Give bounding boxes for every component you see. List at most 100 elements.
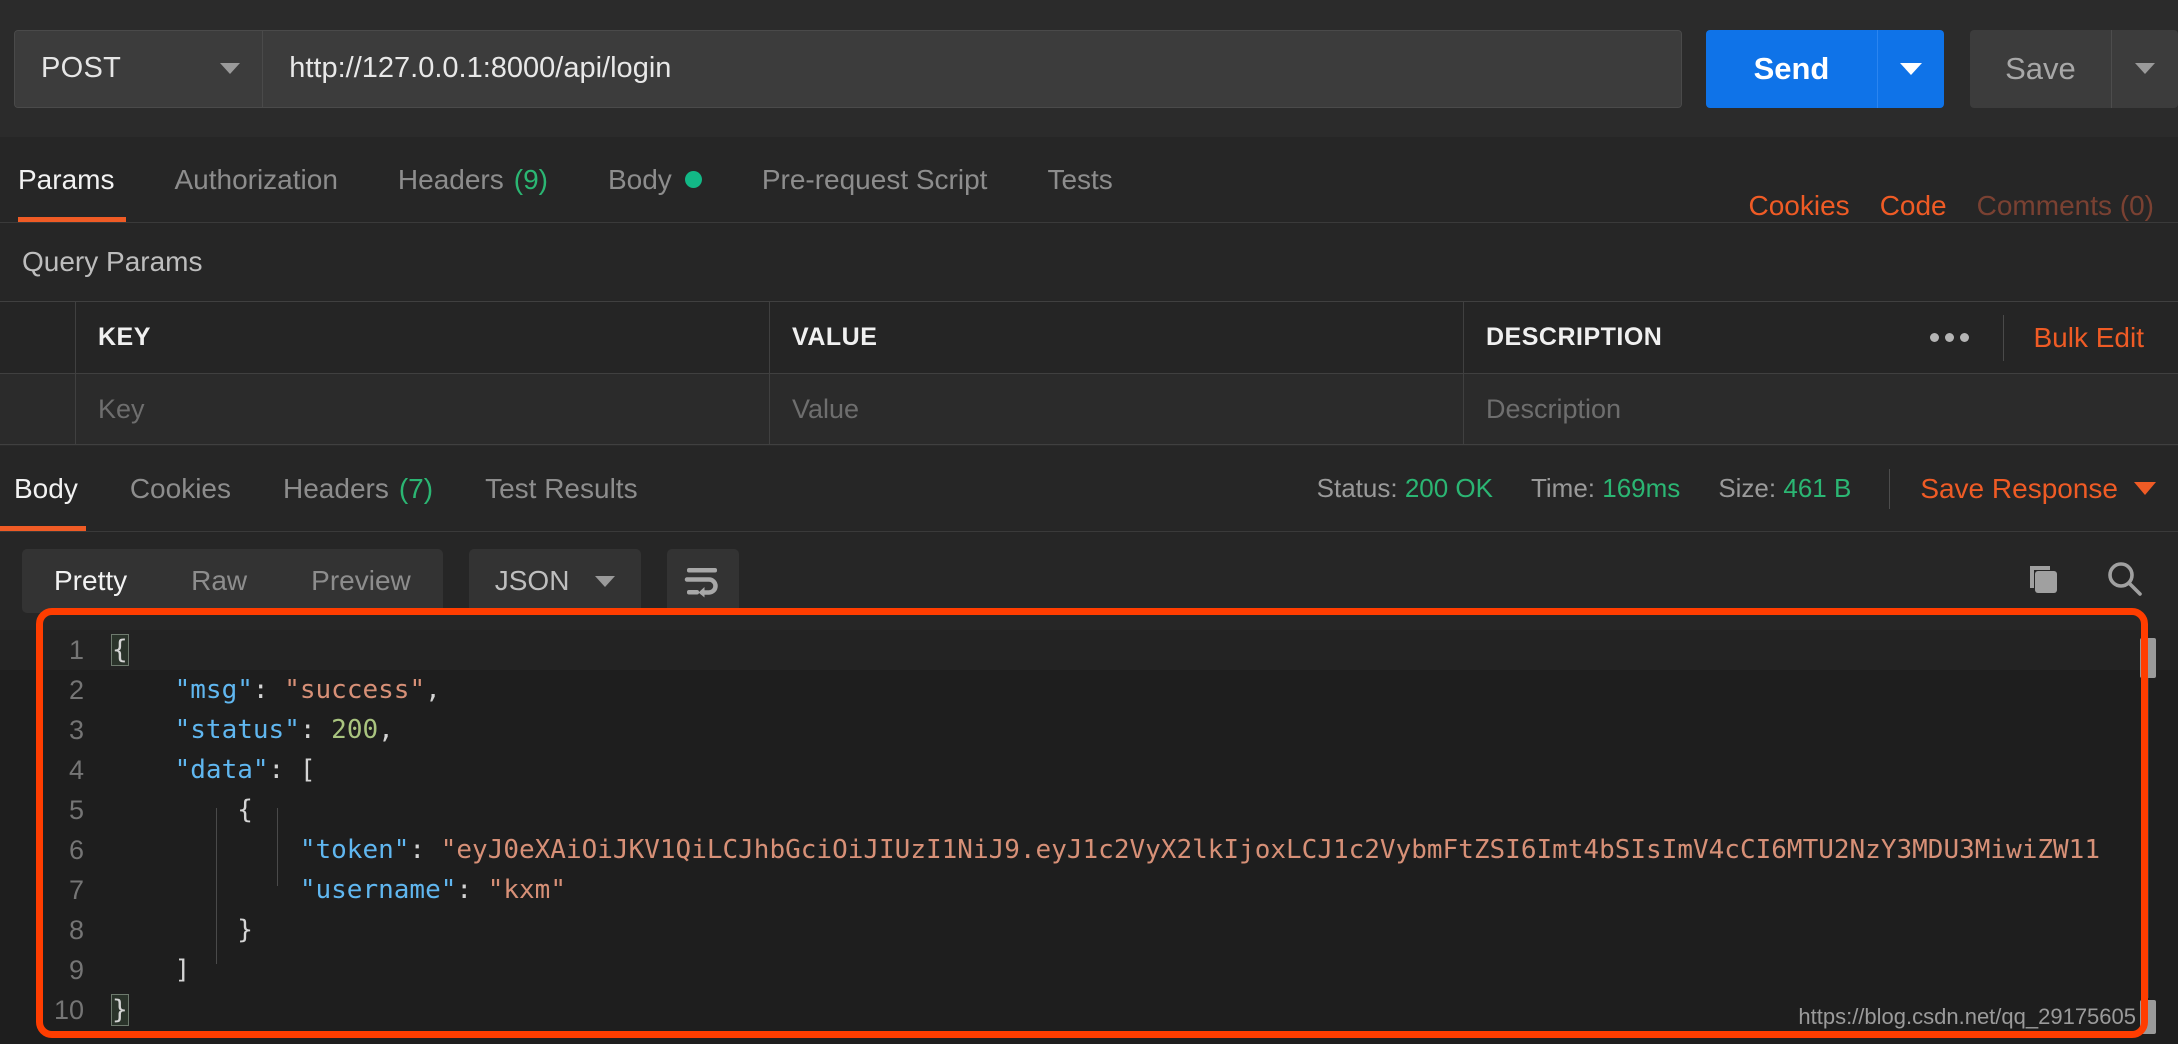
- code-token: "kxm": [488, 875, 566, 905]
- watermark: https://blog.csdn.net/qq_29175605: [1798, 1004, 2136, 1030]
- save-response-button[interactable]: Save Response: [1920, 473, 2156, 505]
- tab-authorization[interactable]: Authorization: [144, 137, 367, 222]
- query-params-header: Query Params: [0, 223, 2178, 301]
- scrollbar-thumb[interactable]: [2140, 638, 2156, 678]
- response-body-toolbar: Pretty Raw Preview JSON: [0, 532, 2178, 630]
- code-token: [112, 755, 175, 785]
- wrap-text-button[interactable]: [667, 549, 739, 613]
- code-token: [112, 875, 300, 905]
- scrollbar-track: [2148, 678, 2149, 998]
- code-line-content: "token": "eyJ0eXAiOiJKV1QiLCJhbGciOiJIUz…: [112, 830, 2100, 870]
- query-params-title: Query Params: [22, 246, 203, 278]
- code-token: :: [300, 715, 331, 745]
- response-tab-cookies[interactable]: Cookies: [104, 446, 257, 531]
- code-line: 4 "data": [: [0, 750, 2178, 790]
- response-tab-headers[interactable]: Headers (7): [257, 446, 459, 531]
- param-description-input[interactable]: Description: [1464, 374, 2178, 444]
- body-modified-dot-icon: [685, 171, 702, 188]
- code-line-content: }: [112, 990, 128, 1030]
- column-header-description-label: DESCRIPTION: [1486, 323, 1662, 352]
- vertical-scrollbar[interactable]: [2140, 630, 2156, 1044]
- send-button[interactable]: Send: [1706, 30, 1877, 108]
- format-select[interactable]: JSON: [469, 549, 642, 613]
- param-key-input[interactable]: Key: [76, 374, 770, 444]
- tab-params-label: Params: [18, 164, 114, 196]
- code-token: :: [269, 755, 300, 785]
- line-number: 9: [0, 950, 112, 990]
- table-row: Key Value Description: [0, 373, 2178, 445]
- code-line-content: "status": 200,: [112, 710, 394, 750]
- code-token: ,: [425, 675, 441, 705]
- request-url-input[interactable]: http://127.0.0.1:8000/api/login: [263, 31, 1681, 107]
- code-line: 1{: [0, 630, 2178, 670]
- chevron-down-icon: [2135, 63, 2155, 74]
- indent-guide: [216, 808, 217, 964]
- column-header-key: KEY: [76, 302, 770, 373]
- code-token: [112, 715, 175, 745]
- column-header-value-label: VALUE: [792, 323, 877, 352]
- cookies-link[interactable]: Cookies: [1749, 190, 1850, 222]
- code-token: [112, 835, 300, 865]
- response-tab-body[interactable]: Body: [0, 446, 104, 531]
- code-token: "status": [175, 715, 300, 745]
- view-mode-raw[interactable]: Raw: [159, 549, 279, 613]
- code-line-content: }: [112, 910, 253, 950]
- response-tab-headers-label: Headers: [283, 473, 389, 505]
- tab-headers-count: (9): [514, 164, 548, 196]
- code-token: 200: [331, 715, 378, 745]
- header-checkbox-cell: [0, 302, 76, 373]
- copy-button[interactable]: [2022, 558, 2064, 605]
- save-options-button[interactable]: [2111, 30, 2178, 108]
- tab-pre-request-script[interactable]: Pre-request Script: [732, 137, 1018, 222]
- code-line: 3 "status": 200,: [0, 710, 2178, 750]
- param-description-placeholder: Description: [1486, 394, 1621, 425]
- chevron-down-icon: [220, 63, 240, 74]
- wrap-text-icon: [684, 564, 722, 598]
- save-button[interactable]: Save: [1970, 30, 2111, 108]
- code-token: :: [253, 675, 284, 705]
- send-options-button[interactable]: [1877, 30, 1944, 108]
- tab-body-label: Body: [608, 164, 672, 196]
- response-body-viewer[interactable]: 1{2 "msg": "success",3 "status": 200,4 "…: [0, 630, 2178, 1044]
- size-badge: Size: 461 B: [1718, 473, 1851, 504]
- comments-link[interactable]: Comments (0): [1977, 190, 2154, 222]
- meta-divider: [1889, 469, 1890, 509]
- bulk-edit-button[interactable]: Bulk Edit: [2004, 322, 2159, 354]
- line-number: 3: [0, 710, 112, 750]
- status-value: 200 OK: [1405, 473, 1493, 503]
- code-token: {: [112, 635, 128, 665]
- search-button[interactable]: [2102, 557, 2146, 606]
- code-token: [112, 915, 237, 945]
- line-number: 7: [0, 870, 112, 910]
- time-label: Time:: [1531, 473, 1595, 503]
- indent-guide: [277, 808, 278, 886]
- size-value: 461 B: [1783, 473, 1851, 503]
- code-line: 7 "username": "kxm": [0, 870, 2178, 910]
- line-number: 6: [0, 830, 112, 870]
- json-code-area[interactable]: 1{2 "msg": "success",3 "status": 200,4 "…: [0, 630, 2178, 1044]
- chevron-down-icon: [2134, 482, 2156, 495]
- code-token: }: [237, 915, 253, 945]
- table-header-actions: Bulk Edit: [1896, 302, 2178, 373]
- code-link[interactable]: Code: [1880, 190, 1947, 222]
- response-tab-test-results[interactable]: Test Results: [459, 446, 664, 531]
- tab-tests[interactable]: Tests: [1017, 137, 1142, 222]
- tab-headers[interactable]: Headers (9): [368, 137, 578, 222]
- column-header-description: DESCRIPTION Bulk Edit: [1464, 302, 2178, 373]
- tab-body[interactable]: Body: [578, 137, 732, 222]
- param-value-input[interactable]: Value: [770, 374, 1464, 444]
- code-token: [: [300, 755, 316, 785]
- code-token: :: [456, 875, 487, 905]
- request-tab-bar: Params Authorization Headers (9) Body Pr…: [0, 137, 2178, 223]
- horizontal-scrollbar-thumb[interactable]: [2140, 1000, 2156, 1034]
- tab-params[interactable]: Params: [0, 137, 144, 222]
- save-response-label: Save Response: [1920, 473, 2118, 505]
- size-label: Size:: [1718, 473, 1776, 503]
- ellipsis-icon[interactable]: [1896, 315, 2004, 361]
- http-method-select[interactable]: POST: [15, 31, 263, 107]
- code-token: ]: [175, 955, 191, 985]
- view-mode-preview[interactable]: Preview: [279, 549, 443, 613]
- row-checkbox-cell[interactable]: [0, 374, 76, 444]
- view-mode-pretty[interactable]: Pretty: [22, 549, 159, 613]
- code-line-content: "username": "kxm": [112, 870, 566, 910]
